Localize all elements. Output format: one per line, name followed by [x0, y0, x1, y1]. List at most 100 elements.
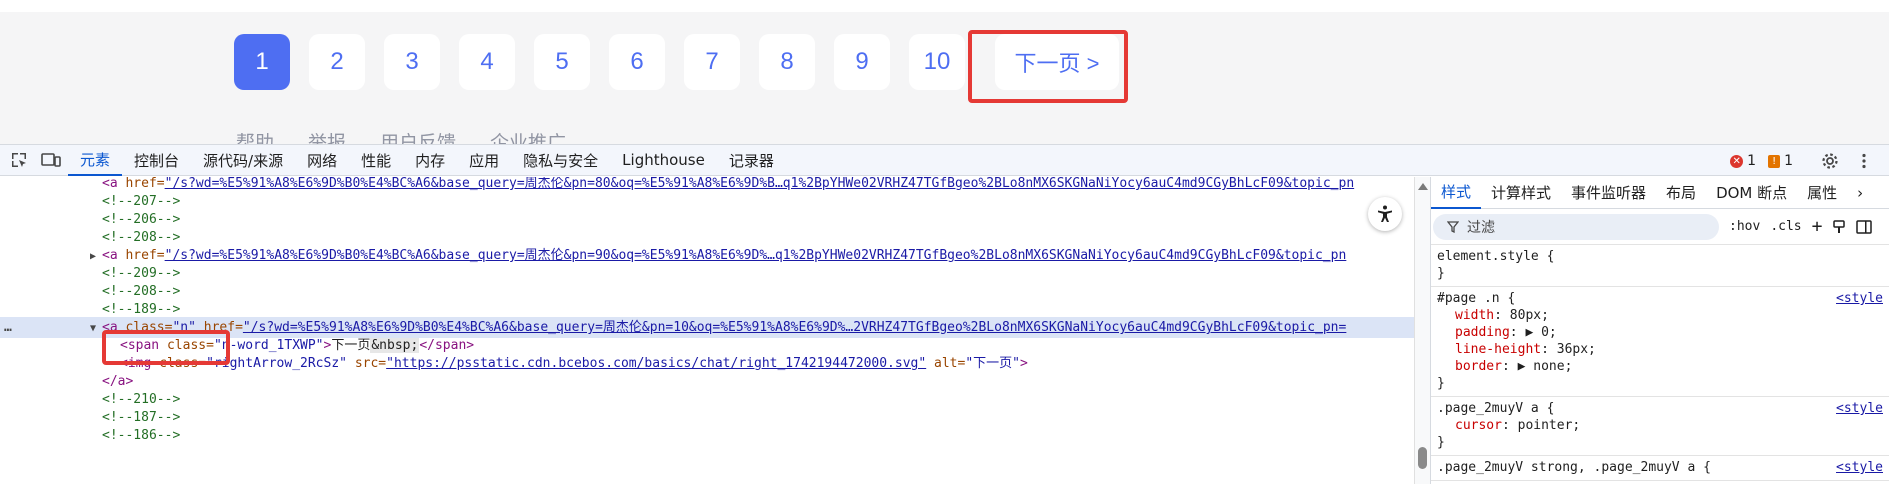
- nbsp-entity: &nbsp;: [370, 338, 420, 353]
- styles-tab-5[interactable]: 属性: [1797, 177, 1847, 209]
- toggle-sidebar-icon[interactable]: [1856, 219, 1873, 234]
- html-comment: <!--206-->: [102, 212, 181, 227]
- dom-tree-line[interactable]: </a>: [0, 371, 1414, 392]
- rule-selector: .page_2muyV a {: [1437, 401, 1555, 416]
- page-10-button[interactable]: 10: [909, 34, 965, 90]
- hov-toggle[interactable]: :hov: [1729, 219, 1760, 234]
- devtools-tab-0[interactable]: 元素: [68, 144, 123, 176]
- devtools-tab-3[interactable]: 网络: [295, 144, 349, 176]
- more-options-icon[interactable]: [1853, 150, 1875, 172]
- scroll-up-icon[interactable]: [1418, 183, 1428, 190]
- cls-toggle[interactable]: .cls: [1770, 219, 1801, 234]
- page-2-button[interactable]: 2: [309, 34, 365, 90]
- style-rule[interactable]: .page_2muyV strong, .page_2muyV a {<styl…: [1431, 456, 1889, 481]
- style-property[interactable]: padding: ▶ 0;: [1437, 324, 1883, 341]
- dom-tree-line[interactable]: <!--189-->: [0, 299, 1414, 320]
- html-comment: <!--209-->: [102, 266, 181, 281]
- devtools-tab-4[interactable]: 性能: [349, 144, 403, 176]
- styles-filter-input[interactable]: 过滤: [1433, 213, 1719, 240]
- property-name: width: [1455, 308, 1495, 323]
- href-link[interactable]: "/s?wd=%E5%91%A8%E6%9D%B0%E4%BC%A6&base_…: [165, 248, 1347, 263]
- styles-tab-3[interactable]: 布局: [1656, 177, 1706, 209]
- styles-tab-4[interactable]: DOM 断点: [1706, 177, 1797, 209]
- style-property[interactable]: width: 80px;: [1437, 307, 1883, 324]
- settings-gear-icon[interactable]: [1819, 150, 1841, 172]
- style-property[interactable]: cursor: pointer;: [1437, 417, 1883, 434]
- device-toolbar-icon[interactable]: [40, 149, 62, 171]
- dom-tree-line[interactable]: ▶ <a href="/s?wd=%E5%91%A8%E6%9D%B0%E4%BC…: [0, 245, 1414, 266]
- rule-source-link[interactable]: <style: [1836, 400, 1883, 417]
- styles-tab-1[interactable]: 计算样式: [1481, 177, 1561, 209]
- style-rule[interactable]: #page .n { <style width: 80px; padding: ▶ 0…: [1431, 287, 1889, 397]
- footer-links: 帮助 举报 用户反馈 企业推广: [236, 128, 566, 144]
- page-3-button[interactable]: 3: [384, 34, 440, 90]
- href-link[interactable]: "/s?wd=%E5%91%A8%E6%9D%B0%E4%BC%A6&base_…: [165, 177, 1355, 191]
- page-5-button[interactable]: 5: [534, 34, 590, 90]
- dom-tree-line[interactable]: <!--207-->: [0, 191, 1414, 212]
- rule-close-brace: }: [1437, 435, 1445, 450]
- devtools-tab-1[interactable]: 控制台: [122, 144, 191, 176]
- property-name: padding: [1455, 325, 1510, 340]
- selected-node-dots[interactable]: …: [4, 317, 12, 338]
- footer-link-3[interactable]: 企业推广: [490, 128, 566, 144]
- page-9-button[interactable]: 9: [834, 34, 890, 90]
- dom-tree-line[interactable]: <!--208-->: [0, 227, 1414, 248]
- rule-source-link[interactable]: <style: [1836, 290, 1883, 307]
- warning-badge[interactable]: ! 1: [1768, 153, 1793, 169]
- devtools-tab-7[interactable]: 隐私与安全: [511, 144, 610, 176]
- devtools-tab-6[interactable]: 应用: [457, 144, 511, 176]
- devtools-tab-5[interactable]: 内存: [403, 144, 457, 176]
- devtools-tab-8[interactable]: Lighthouse: [610, 144, 717, 176]
- styles-tab-0[interactable]: 样式: [1431, 177, 1482, 209]
- style-rule[interactable]: element.style {}: [1431, 245, 1889, 287]
- devtools-tab-2[interactable]: 源代码/来源: [191, 144, 295, 176]
- error-badge[interactable]: ✕ 1: [1730, 153, 1756, 169]
- devtools-tabs: 元素 控制台 源代码/来源 网络 性能 内存 应用 隐私与安全 Lighthouse 记录器: [68, 144, 786, 176]
- rule-source-link[interactable]: <style: [1836, 459, 1883, 476]
- style-rule[interactable]: .page_2muyV a { <style cursor: pointer;}: [1431, 397, 1889, 456]
- dom-tree-line[interactable]: <!--186-->: [0, 425, 1414, 446]
- page-1-button[interactable]: 1: [234, 34, 290, 90]
- property-separator: :: [1541, 342, 1557, 357]
- elements-scrollbar[interactable]: [1414, 177, 1430, 484]
- style-property[interactable]: border: ▶ none;: [1437, 358, 1883, 375]
- html-comment: <!--208-->: [102, 230, 181, 245]
- anchor-class-highlight-box: [102, 330, 230, 365]
- html-comment: <!--186-->: [102, 428, 181, 443]
- expand-triangle-icon[interactable]: ▶: [90, 246, 102, 267]
- page-7-button[interactable]: 7: [684, 34, 740, 90]
- more-tabs-chevron-icon[interactable]: ›: [1847, 177, 1873, 209]
- page-8-button[interactable]: 8: [759, 34, 815, 90]
- property-separator: :: [1501, 418, 1518, 433]
- dom-tree-line[interactable]: <!--209-->: [0, 263, 1414, 284]
- devtools-tab-9[interactable]: 记录器: [717, 144, 786, 176]
- dom-tree-line[interactable]: <!--206-->: [0, 209, 1414, 230]
- page-4-button[interactable]: 4: [459, 34, 515, 90]
- new-rule-button[interactable]: +: [1812, 216, 1823, 237]
- paint-brush-icon[interactable]: [1832, 219, 1846, 234]
- inspect-element-icon[interactable]: [8, 149, 30, 171]
- devtools-toolbar: 元素 控制台 源代码/来源 网络 性能 内存 应用 隐私与安全 Lighthouse 记录器 ✕ …: [0, 144, 1889, 176]
- footer-link-1[interactable]: 举报: [308, 128, 346, 144]
- page-6-button[interactable]: 6: [609, 34, 665, 90]
- dom-tree-line[interactable]: <a href="/s?wd=%E5%91%A8%E6%9D%B0%E4%BC%…: [0, 177, 1414, 194]
- rule-close-brace: }: [1437, 266, 1445, 281]
- page-viewport: 1 2 3 4 5 6 7 8 9 10 下一页 > 帮助 举报 用户反馈 企业推广: [0, 0, 1889, 144]
- scroll-thumb[interactable]: [1418, 447, 1427, 469]
- filter-icon: [1447, 220, 1459, 233]
- footer-link-2[interactable]: 用户反馈: [380, 128, 456, 144]
- accessibility-icon[interactable]: [1368, 197, 1402, 231]
- footer-link-0[interactable]: 帮助: [236, 128, 274, 144]
- next-page-highlight-box: [968, 30, 1128, 103]
- closing-tag: </a>: [102, 374, 134, 389]
- href-link[interactable]: "/s?wd=%E5%91%A8%E6%9D%B0%E4%BC%A6&base_…: [243, 320, 1346, 335]
- collapse-triangle-icon[interactable]: ▼: [90, 318, 102, 339]
- dom-tree-line[interactable]: <!--208-->: [0, 281, 1414, 302]
- src-link[interactable]: "https://psstatic.cdn.bcebos.com/basics/…: [386, 356, 926, 371]
- dom-tree-line[interactable]: <!--187-->: [0, 407, 1414, 428]
- styles-tab-2[interactable]: 事件监听器: [1561, 177, 1656, 209]
- elements-panel[interactable]: <!--186--> <!--187--> <!--210--> </a> <img c…: [0, 177, 1414, 484]
- dom-tree-line[interactable]: <!--210-->: [0, 389, 1414, 410]
- style-property[interactable]: line-height: 36px;: [1437, 341, 1883, 358]
- rule-selector: #page .n {: [1437, 291, 1516, 306]
